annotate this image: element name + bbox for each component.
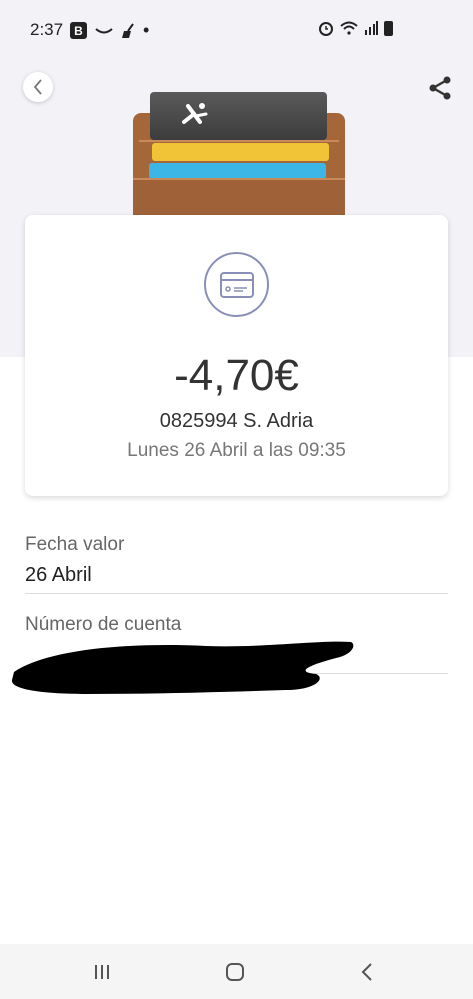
share-icon: [429, 76, 451, 100]
home-button[interactable]: [220, 958, 250, 986]
fecha-valor-value: 26 Abril: [25, 564, 92, 586]
wifi-icon: [340, 21, 358, 35]
home-icon: [226, 963, 244, 981]
bank-card-blue: [149, 163, 326, 179]
nav-back-button[interactable]: [352, 958, 382, 986]
back-button[interactable]: [23, 72, 53, 102]
chevron-left-icon: [33, 79, 42, 95]
b-badge-icon: B: [70, 22, 87, 39]
transaction-merchant: 0825994 S. Adria: [159, 410, 314, 432]
bank-card-dark: [150, 92, 327, 140]
wallet-illustration: [133, 92, 345, 216]
bank-logo-icon: [182, 103, 208, 124]
fecha-valor-label: Fecha valor: [25, 534, 125, 555]
amazon-smile-icon: [95, 27, 113, 33]
system-nav-bar: [0, 944, 473, 999]
transaction-card: -4,70€ 0825994 S. Adria Lunes 26 Abril a…: [25, 215, 448, 496]
recent-apps-button[interactable]: [87, 958, 117, 986]
bank-card-yellow: [152, 143, 329, 161]
wallet-front: [133, 178, 345, 216]
back-icon: [361, 963, 372, 981]
transaction-datetime: Lunes 26 Abril a las 09:35: [127, 440, 346, 461]
credit-card-icon: [204, 252, 269, 317]
status-left-icons: B •: [70, 20, 149, 41]
broom-icon: [122, 22, 134, 38]
status-bar: 2:37 B •: [0, 0, 473, 62]
signal-icon: [365, 21, 378, 35]
redaction-scribble: [11, 641, 354, 694]
recent-apps-icon: [95, 965, 109, 979]
share-button[interactable]: [426, 74, 454, 102]
detail-fecha-valor: Fecha valor 26 Abril: [25, 534, 448, 594]
wallet-pocket-line: [139, 140, 339, 142]
dot-icon: •: [143, 20, 150, 40]
status-time: 2:37: [30, 20, 64, 39]
alarm-icon: [319, 22, 333, 36]
status-right-icons: [318, 20, 393, 36]
transaction-amount: -4,70€: [174, 351, 299, 400]
battery-icon: [384, 20, 393, 36]
